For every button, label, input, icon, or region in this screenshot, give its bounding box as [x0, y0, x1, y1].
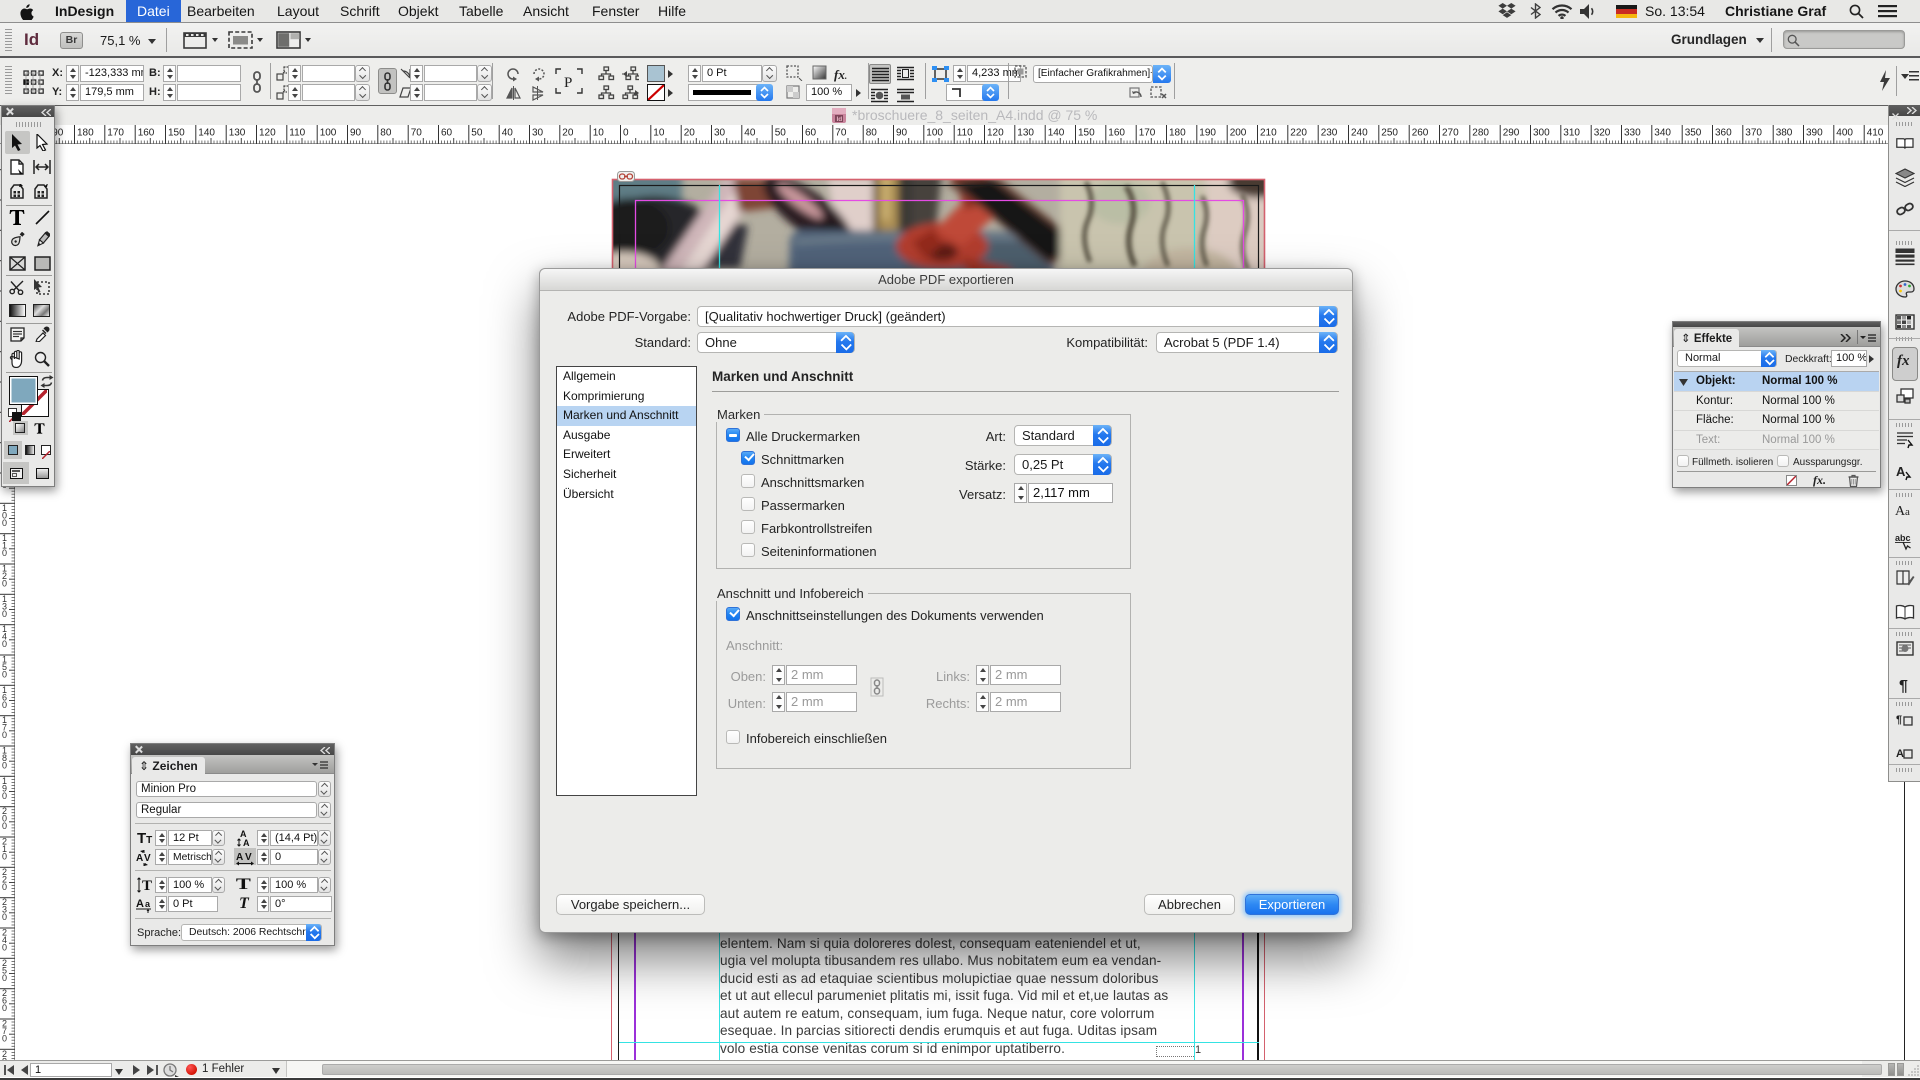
svg-text:50: 50 — [775, 128, 787, 139]
svg-text:A: A — [1896, 464, 1906, 479]
svg-text:120: 120 — [259, 128, 276, 139]
svg-text:140: 140 — [198, 128, 215, 139]
svg-text:30: 30 — [532, 128, 544, 139]
svg-text:140: 140 — [1048, 128, 1065, 139]
svg-text:360: 360 — [1715, 128, 1732, 139]
svg-text:0: 0 — [2, 912, 7, 922]
svg-text:380: 380 — [1776, 128, 1793, 139]
svg-text:100: 100 — [926, 128, 943, 139]
svg-text:80: 80 — [380, 128, 392, 139]
svg-text:180: 180 — [77, 128, 94, 139]
svg-text:0: 0 — [2, 1003, 7, 1013]
svg-text:0: 0 — [623, 128, 629, 139]
svg-text:A: A — [136, 898, 144, 910]
svg-text:0: 0 — [2, 579, 7, 589]
svg-text:20: 20 — [562, 128, 574, 139]
svg-text:110: 110 — [289, 128, 305, 139]
svg-text:V: V — [144, 853, 151, 864]
svg-text:fx: fx — [1897, 353, 1910, 369]
svg-text:170: 170 — [107, 128, 124, 139]
svg-text:150: 150 — [168, 128, 185, 139]
svg-text:0: 0 — [2, 609, 7, 619]
svg-text:250: 250 — [1381, 128, 1398, 139]
svg-text:0: 0 — [2, 700, 7, 710]
svg-text:¶: ¶ — [1896, 714, 1902, 726]
svg-text:0: 0 — [2, 730, 7, 740]
svg-text:260: 260 — [1412, 128, 1429, 139]
svg-text:abc: abc — [1895, 533, 1911, 543]
svg-text:290: 290 — [1503, 128, 1520, 139]
svg-text:20: 20 — [684, 128, 696, 139]
svg-text:0: 0 — [2, 821, 7, 831]
svg-text:90: 90 — [896, 128, 908, 139]
svg-text:130: 130 — [229, 128, 246, 139]
svg-text:80: 80 — [866, 128, 878, 139]
svg-text:180: 180 — [1169, 128, 1186, 139]
svg-text:190: 190 — [1199, 128, 1216, 139]
svg-text:0: 0 — [2, 791, 7, 801]
svg-text:410: 410 — [1867, 128, 1884, 139]
svg-text:40: 40 — [744, 128, 756, 139]
svg-text:A: A — [136, 853, 143, 864]
svg-text:160: 160 — [1108, 128, 1125, 139]
svg-text:240: 240 — [1351, 128, 1368, 139]
svg-text:0: 0 — [2, 882, 7, 892]
svg-text:400: 400 — [1836, 128, 1853, 139]
svg-text:0: 0 — [2, 670, 7, 680]
svg-text:340: 340 — [1654, 128, 1671, 139]
svg-text:130: 130 — [1017, 128, 1034, 139]
svg-text:T: T — [142, 878, 152, 894]
svg-text:210: 210 — [1260, 128, 1277, 139]
svg-text:230: 230 — [1321, 128, 1338, 139]
svg-text:120: 120 — [987, 128, 1004, 139]
svg-text:0: 0 — [2, 518, 7, 528]
svg-text:0: 0 — [2, 761, 7, 771]
svg-text:a: a — [145, 899, 151, 909]
svg-text:0: 0 — [2, 973, 7, 983]
svg-text:220: 220 — [1290, 128, 1307, 139]
svg-text:10: 10 — [593, 128, 605, 139]
svg-text:A: A — [1896, 748, 1904, 760]
svg-text:350: 350 — [1685, 128, 1702, 139]
svg-text:200: 200 — [1230, 128, 1247, 139]
svg-text:60: 60 — [805, 128, 817, 139]
svg-text:170: 170 — [1139, 128, 1156, 139]
svg-text:Id: Id — [837, 116, 843, 123]
svg-text:0: 0 — [2, 639, 7, 649]
svg-text:300: 300 — [1533, 128, 1550, 139]
svg-text:V: V — [245, 852, 252, 863]
svg-text:100: 100 — [320, 128, 337, 139]
svg-text:a: a — [1905, 506, 1910, 518]
svg-text:70: 70 — [835, 128, 847, 139]
svg-text:70: 70 — [411, 128, 423, 139]
svg-text:320: 320 — [1594, 128, 1611, 139]
svg-text:0: 0 — [2, 1034, 7, 1044]
svg-text:50: 50 — [471, 128, 483, 139]
svg-text:0: 0 — [2, 852, 7, 862]
svg-text:110: 110 — [957, 128, 973, 139]
svg-text:370: 370 — [1745, 128, 1762, 139]
svg-text:P: P — [564, 75, 572, 91]
svg-text:90: 90 — [350, 128, 362, 139]
svg-text:A: A — [243, 838, 250, 847]
svg-text:150: 150 — [1078, 128, 1095, 139]
svg-text:160: 160 — [138, 128, 155, 139]
svg-text:10: 10 — [653, 128, 665, 139]
svg-text:0: 0 — [2, 548, 7, 558]
svg-text:A: A — [236, 852, 243, 863]
svg-text:330: 330 — [1624, 128, 1641, 139]
svg-text:60: 60 — [441, 128, 453, 139]
svg-text:390: 390 — [1806, 128, 1823, 139]
svg-text:¶: ¶ — [1899, 678, 1908, 695]
svg-text:30: 30 — [714, 128, 726, 139]
svg-text:40: 40 — [502, 128, 514, 139]
svg-text:280: 280 — [1472, 128, 1489, 139]
svg-text:0: 0 — [2, 943, 7, 953]
svg-text:310: 310 — [1563, 128, 1580, 139]
svg-text:270: 270 — [1442, 128, 1459, 139]
